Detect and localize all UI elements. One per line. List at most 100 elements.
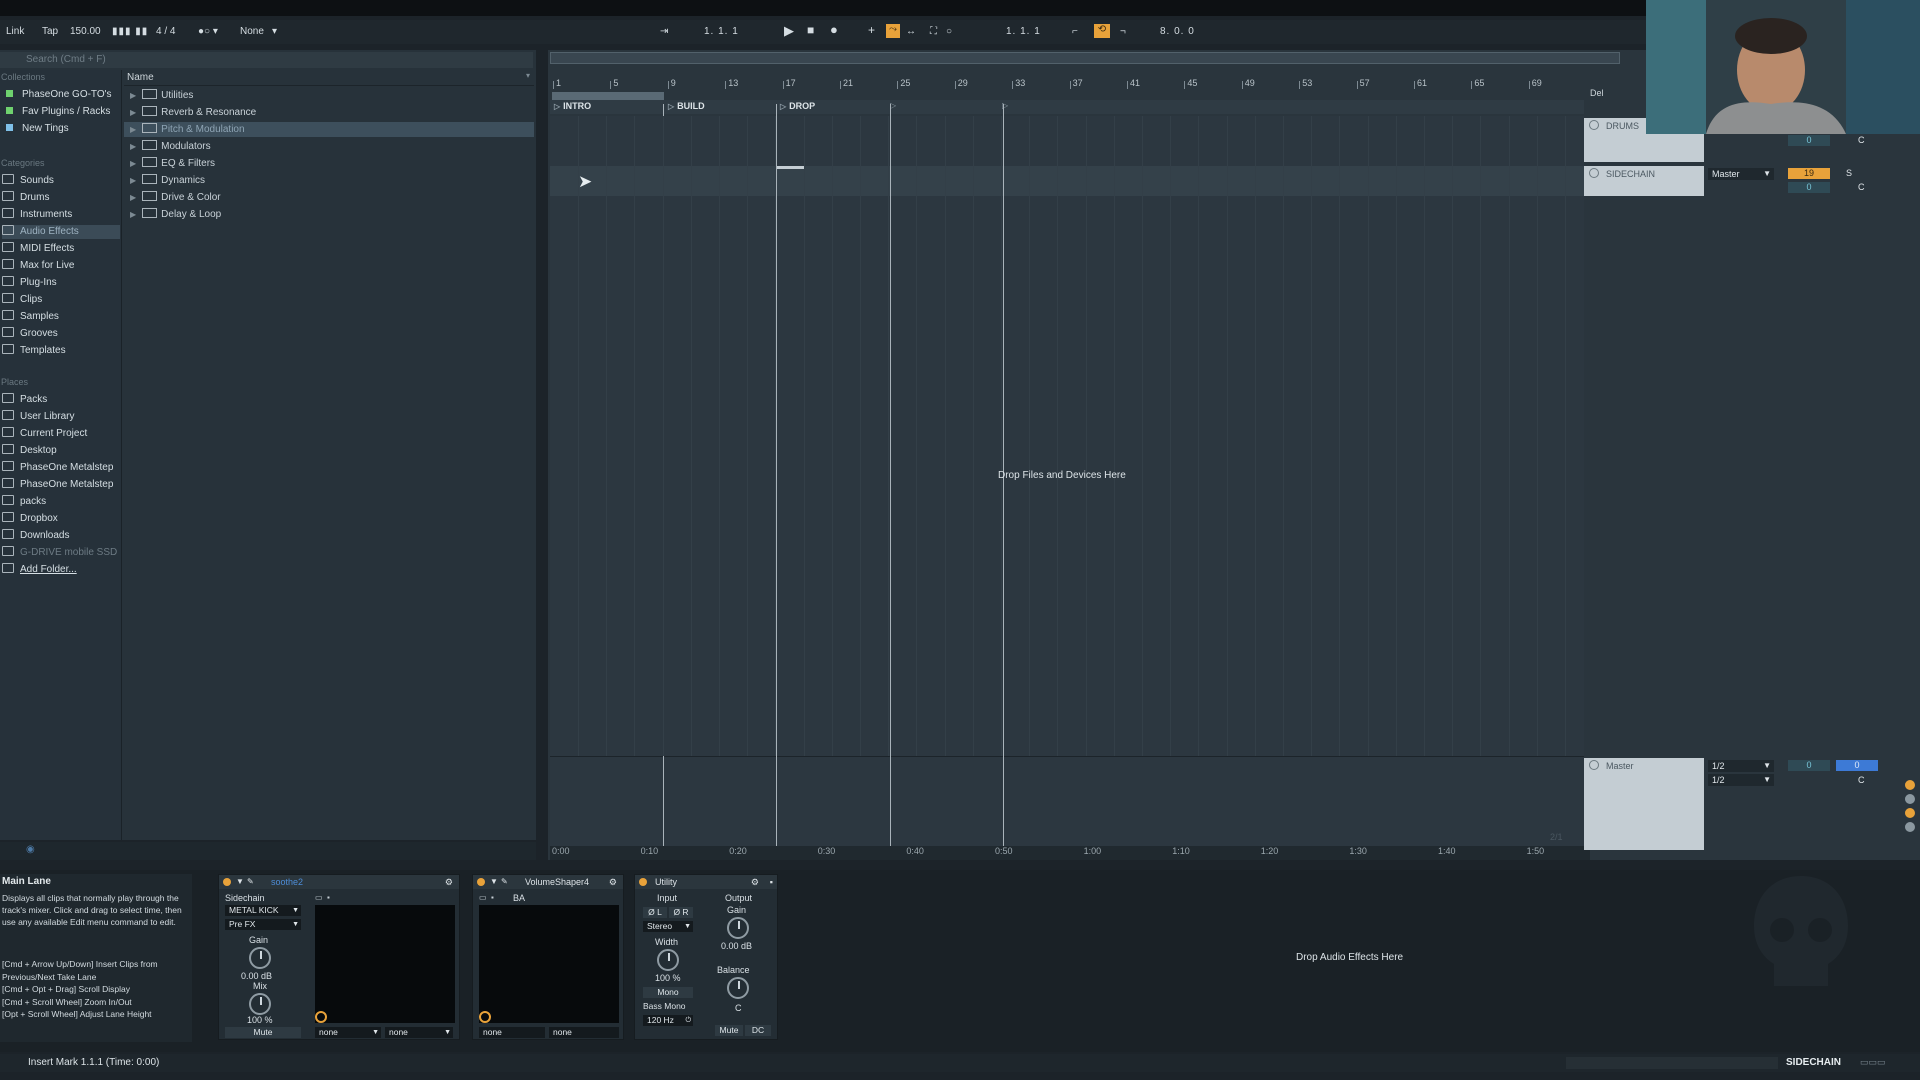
preview-icon[interactable]: ◉ <box>26 844 35 855</box>
send-button[interactable]: S <box>1846 168 1852 178</box>
track-header-sidechain[interactable]: SIDECHAIN <box>1584 166 1704 196</box>
master-volume[interactable]: 0 <box>1788 760 1830 771</box>
list-item[interactable]: ▶ Modulators <box>124 139 534 154</box>
sidebar-item-drive[interactable]: G-DRIVE mobile SSD <box>2 546 120 560</box>
sidebar-item-audio-effects[interactable]: Audio Effects <box>2 225 120 239</box>
play-icon[interactable]: ▶ <box>784 23 794 39</box>
sidebar-item-collection[interactable]: PhaseOne GO-TO's <box>2 88 120 102</box>
fold-icon[interactable] <box>1589 168 1599 178</box>
sidebar-item-place[interactable]: PhaseOne Metalstep <box>2 478 120 492</box>
expand-arrow-icon[interactable]: ▶ <box>130 139 136 154</box>
capture-icon[interactable]: ⛶ <box>930 26 937 37</box>
tempo-field[interactable]: 150.00 <box>70 26 101 37</box>
sidebar-item-instruments[interactable]: Instruments <box>2 208 120 222</box>
expand-arrow-icon[interactable]: ▶ <box>130 173 136 188</box>
orange-dot-icon[interactable] <box>1905 780 1915 790</box>
drums-pan[interactable]: C <box>1858 135 1865 145</box>
sidebar-item-templates[interactable]: Templates <box>2 344 120 358</box>
gain-knob[interactable] <box>727 917 749 939</box>
loop-start[interactable]: 1. 1. 1 <box>1006 26 1041 37</box>
sidebar-item-midi-effects[interactable]: MIDI Effects <box>2 242 120 256</box>
punch-in-icon[interactable]: ⌐ <box>1072 26 1078 37</box>
expand-arrow-icon[interactable]: ▶ <box>130 156 136 171</box>
grey-dot-icon[interactable] <box>1905 794 1915 804</box>
plugin-display[interactable] <box>315 905 455 1023</box>
link-button[interactable]: Link <box>6 26 24 37</box>
expand-arrow-icon[interactable]: ▶ <box>130 105 136 120</box>
device-header[interactable]: Utility ⚙ ▪ <box>635 875 777 889</box>
phase-left-toggle[interactable]: Ø L <box>643 907 667 918</box>
sidebar-item-sounds[interactable]: Sounds <box>2 174 120 188</box>
output-select[interactable]: Master ▼ <box>1708 168 1774 180</box>
settings-icon[interactable]: ⚙ <box>445 875 453 889</box>
locator-drop[interactable]: DROP <box>780 101 815 111</box>
sidebar-item-packs[interactable]: Packs <box>2 393 120 407</box>
grey-dot-icon[interactable] <box>1905 822 1915 832</box>
plugin-param-icon[interactable]: ▪ <box>327 893 330 902</box>
device-on-icon[interactable] <box>639 878 647 886</box>
clip-fragment[interactable] <box>776 166 804 169</box>
sidebar-item-max-for-live[interactable]: Max for Live <box>2 259 120 273</box>
device-on-icon[interactable] <box>223 878 231 886</box>
track-lanes[interactable] <box>550 116 1584 846</box>
loop-switch-icon[interactable]: ⟲ <box>1094 24 1110 38</box>
sidebar-item-current-project[interactable]: Current Project <box>2 427 120 441</box>
loop-brace[interactable] <box>552 92 664 100</box>
track-header-master[interactable]: Master <box>1584 758 1704 850</box>
sidechain-volume-2[interactable]: 0 <box>1788 182 1830 193</box>
sidebar-item-place[interactable]: PhaseOne Metalstep <box>2 461 120 475</box>
mix-knob[interactable] <box>249 993 271 1015</box>
search-input[interactable]: Search (Cmd + F) <box>0 52 533 68</box>
sidebar-item-clips[interactable]: Clips <box>2 293 120 307</box>
expand-arrow-icon[interactable]: ▶ <box>130 190 136 205</box>
fold-icon[interactable] <box>1589 120 1599 130</box>
tap-button[interactable]: Tap <box>42 26 58 37</box>
param-select-1[interactable]: none ▼ <box>315 1027 381 1038</box>
record-mode-icon[interactable]: ●○ ▾ <box>198 26 218 37</box>
time-ruler[interactable]: 0:00 0:10 0:20 0:30 0:40 0:50 1:00 1:10 1:20 1:30… <box>550 846 1590 860</box>
expand-arrow-icon[interactable]: ▶ <box>130 88 136 103</box>
song-position[interactable]: 1. 1. 1 <box>704 26 739 37</box>
sidechain-tap-select[interactable]: Pre FX ▼ <box>225 919 301 930</box>
list-item[interactable]: ▶ Dynamics <box>124 173 534 188</box>
metronome-icon[interactable]: ▮▮▮ ▮▮ <box>112 26 148 37</box>
sidechain-volume[interactable]: 19 <box>1788 168 1830 179</box>
sidechain-pan[interactable]: C <box>1858 182 1865 192</box>
loop-length[interactable]: 8. 0. 0 <box>1160 26 1195 37</box>
param-select-2[interactable]: none <box>549 1027 619 1038</box>
list-item[interactable]: ▶ Reverb & Resonance <box>124 105 534 120</box>
fold-arrow-icon[interactable]: ▼ <box>236 875 244 889</box>
gain-knob[interactable] <box>249 947 271 969</box>
punch-out-icon[interactable]: ¬ <box>1120 26 1126 37</box>
device-header[interactable]: ▼ ✎ VolumeShaper4 ⚙ <box>473 875 623 889</box>
plugin-param-icon[interactable]: ▪ <box>491 893 494 902</box>
stop-icon[interactable]: ■ <box>807 23 814 37</box>
sidebar-item-dropbox[interactable]: Dropbox <box>2 512 120 526</box>
dc-button[interactable]: DC <box>745 1025 771 1036</box>
device-soothe2[interactable]: ▼ ✎ soothe2 ⚙ Sidechain METAL KICK ▼ Pre … <box>218 874 460 1040</box>
chevron-down-icon[interactable]: ▾ <box>272 26 277 37</box>
arrangement-overview[interactable] <box>550 52 1620 64</box>
channel-mode-select[interactable]: Stereo ▼ <box>643 921 693 932</box>
mono-button[interactable]: Mono <box>643 987 693 998</box>
master-input-select[interactable]: 1/2 ▼ <box>1708 774 1774 786</box>
master-volume-2[interactable]: 0 <box>1836 760 1878 771</box>
device-volumeshaper4[interactable]: ▼ ✎ VolumeShaper4 ⚙ ▭ ▪ BA none none <box>472 874 624 1040</box>
orange-dot-icon[interactable] <box>1905 808 1915 818</box>
overdub-icon[interactable]: + <box>868 23 875 37</box>
phase-right-toggle[interactable]: Ø R <box>669 907 693 918</box>
fold-arrow-icon[interactable]: ▼ <box>490 875 498 889</box>
list-item[interactable]: ▶ EQ & Filters <box>124 156 534 171</box>
sidebar-item-downloads[interactable]: Downloads <box>2 529 120 543</box>
plugin-window-icon[interactable]: ▭ <box>315 893 323 902</box>
settings-icon[interactable]: ⚙ <box>751 875 759 889</box>
list-item[interactable]: ▶ Delay & Loop <box>124 207 534 222</box>
expand-arrow-icon[interactable]: ▶ <box>130 207 136 222</box>
sidebar-item-collection[interactable]: Fav Plugins / Racks <box>2 105 120 119</box>
settings-icon[interactable]: ⚙ <box>609 875 617 889</box>
list-item[interactable]: ▶ Utilities <box>124 88 534 103</box>
sidebar-item-place[interactable]: packs <box>2 495 120 509</box>
locator-intro[interactable]: INTRO <box>554 101 591 111</box>
width-knob[interactable] <box>657 949 679 971</box>
fold-icon[interactable] <box>1589 760 1599 770</box>
